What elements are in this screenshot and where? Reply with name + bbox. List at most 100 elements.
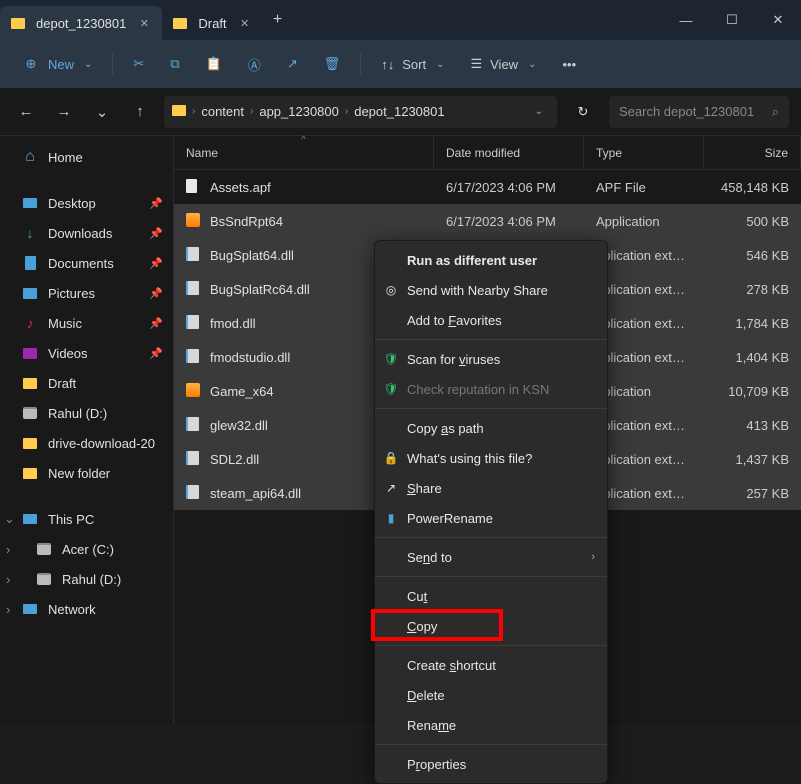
context-menu-item[interactable]: Add to Favorites bbox=[375, 305, 607, 335]
close-icon[interactable]: ✕ bbox=[237, 15, 253, 31]
minimize-button[interactable]: — bbox=[663, 0, 709, 40]
file-name: glew32.dll bbox=[210, 418, 268, 433]
sidebar-item[interactable]: New folder bbox=[0, 458, 173, 488]
context-menu-label: Delete bbox=[407, 688, 445, 703]
context-menu-item: 🛡Check reputation in KSN bbox=[375, 374, 607, 404]
file-row[interactable]: Assets.apf6/17/2023 4:06 PMAPF File458,1… bbox=[174, 170, 801, 204]
file-row[interactable]: BsSndRpt646/17/2023 4:06 PMApplication50… bbox=[174, 204, 801, 238]
breadcrumb-item[interactable]: app_1230800 bbox=[259, 104, 339, 119]
plus-circle-icon: ⊕ bbox=[22, 55, 40, 73]
column-type[interactable]: Type bbox=[584, 136, 704, 169]
add-tab-button[interactable]: + bbox=[263, 5, 293, 35]
column-name[interactable]: Name bbox=[174, 136, 434, 169]
context-menu-item[interactable]: Cut bbox=[375, 581, 607, 611]
sidebar-item[interactable]: Pictures📌 bbox=[0, 278, 173, 308]
file-name: BugSplatRc64.dll bbox=[210, 282, 310, 297]
view-button[interactable]: ☰ View ⌄ bbox=[460, 47, 546, 81]
file-size: 10,709 KB bbox=[704, 384, 801, 399]
paste-button[interactable]: 📋 bbox=[196, 47, 232, 81]
sort-icon: ↑↓ bbox=[381, 57, 394, 72]
sidebar-drive[interactable]: Rahul (D:) bbox=[0, 564, 173, 594]
pc-icon bbox=[22, 511, 38, 527]
file-type: Application bbox=[584, 214, 704, 229]
cut-button[interactable]: ✂ bbox=[123, 47, 154, 81]
search-input[interactable]: Search depot_1230801 ⌕ bbox=[609, 96, 789, 128]
up-button[interactable]: ↑ bbox=[126, 98, 154, 126]
sidebar-label: Draft bbox=[48, 376, 76, 391]
context-menu-item[interactable]: ▮PowerRename bbox=[375, 503, 607, 533]
recent-button[interactable]: ⌄ bbox=[88, 98, 116, 126]
sidebar-item[interactable]: Documents 📌 bbox=[0, 248, 173, 278]
context-menu-label: Run as different user bbox=[407, 253, 537, 268]
context-menu-item[interactable]: 🛡Scan for viruses bbox=[375, 344, 607, 374]
more-button[interactable]: ••• bbox=[552, 47, 586, 81]
scissors-icon: ✂ bbox=[133, 56, 144, 72]
pin-icon: 📌 bbox=[149, 197, 163, 210]
tab-active[interactable]: depot_1230801 ✕ bbox=[0, 6, 162, 40]
sidebar-label: Documents bbox=[48, 256, 114, 271]
column-date[interactable]: Date modified bbox=[434, 136, 584, 169]
folder-icon bbox=[172, 15, 188, 31]
sidebar-icon bbox=[22, 375, 38, 391]
file-size: 500 KB bbox=[704, 214, 801, 229]
chevron-down-icon: ⌄ bbox=[84, 59, 92, 70]
copy-button[interactable]: ⧉ bbox=[160, 47, 189, 81]
sidebar-item[interactable]: Draft bbox=[0, 368, 173, 398]
sidebar-item[interactable]: Videos📌 bbox=[0, 338, 173, 368]
share-button[interactable]: ↗ bbox=[277, 47, 308, 81]
file-size: 278 KB bbox=[704, 282, 801, 297]
file-icon bbox=[186, 485, 202, 501]
sidebar-network[interactable]: Network bbox=[0, 594, 173, 624]
sidebar-item[interactable]: Rahul (D:) bbox=[0, 398, 173, 428]
context-menu-item[interactable]: Rename bbox=[375, 710, 607, 740]
context-menu-item[interactable]: ◎Send with Nearby Share bbox=[375, 275, 607, 305]
pin-icon: 📌 bbox=[149, 257, 163, 270]
breadcrumb-item[interactable]: content bbox=[201, 104, 244, 119]
sort-button[interactable]: ↑↓ Sort ⌄ bbox=[371, 47, 454, 81]
back-button[interactable]: ← bbox=[12, 98, 40, 126]
sidebar-label: Home bbox=[48, 150, 83, 165]
context-menu-item[interactable]: 🔒What's using this file? bbox=[375, 443, 607, 473]
context-menu-label: Cut bbox=[407, 589, 427, 604]
folder-icon bbox=[172, 104, 186, 119]
sidebar-item[interactable]: Desktop📌 bbox=[0, 188, 173, 218]
sidebar-label: Videos bbox=[48, 346, 88, 361]
refresh-button[interactable]: ↻ bbox=[567, 96, 599, 128]
close-icon[interactable]: ✕ bbox=[136, 15, 152, 31]
breadcrumb-item[interactable]: depot_1230801 bbox=[354, 104, 444, 119]
sidebar-item[interactable]: Music📌 bbox=[0, 308, 173, 338]
context-menu-item[interactable]: Run as different user bbox=[375, 245, 607, 275]
breadcrumb-expand[interactable]: ⌄ bbox=[529, 106, 549, 117]
sidebar-icon bbox=[22, 195, 38, 211]
chevron-right-icon: › bbox=[591, 551, 595, 563]
sidebar-item[interactable]: drive-download-20 bbox=[0, 428, 173, 458]
rename-button[interactable]: Ⓐ bbox=[238, 47, 271, 81]
context-menu-item[interactable]: Properties bbox=[375, 749, 607, 779]
tab-inactive[interactable]: Draft ✕ bbox=[162, 6, 262, 40]
context-menu-item[interactable]: Copy bbox=[375, 611, 607, 641]
context-menu-item[interactable]: Create shortcut bbox=[375, 650, 607, 680]
delete-button[interactable]: 🗑 bbox=[314, 47, 351, 81]
column-size[interactable]: Size bbox=[704, 136, 801, 169]
context-menu-item[interactable]: Delete bbox=[375, 680, 607, 710]
new-button[interactable]: ⊕ New ⌄ bbox=[12, 47, 102, 81]
sidebar-label: This PC bbox=[48, 512, 94, 527]
context-menu-item[interactable]: Send to› bbox=[375, 542, 607, 572]
maximize-button[interactable]: ☐ bbox=[709, 0, 755, 40]
view-label: View bbox=[490, 57, 518, 72]
file-size: 546 KB bbox=[704, 248, 801, 263]
sidebar-item[interactable]: Downloads📌 bbox=[0, 218, 173, 248]
sidebar-drive[interactable]: Acer (C:) bbox=[0, 534, 173, 564]
column-header-row: Name Date modified Type Size bbox=[174, 136, 801, 170]
file-name: SDL2.dll bbox=[210, 452, 259, 467]
breadcrumb[interactable]: › content › app_1230800 › depot_1230801 … bbox=[164, 96, 557, 128]
context-menu-item[interactable]: Copy as path bbox=[375, 413, 607, 443]
forward-button[interactable]: → bbox=[50, 98, 78, 126]
sidebar-thispc[interactable]: This PC bbox=[0, 504, 173, 534]
tab-title: depot_1230801 bbox=[36, 16, 126, 31]
sidebar-icon bbox=[22, 225, 38, 241]
sidebar-home[interactable]: Home bbox=[0, 142, 173, 172]
file-type: APF File bbox=[584, 180, 704, 195]
context-menu-item[interactable]: ↗Share bbox=[375, 473, 607, 503]
window-close-button[interactable]: ✕ bbox=[755, 0, 801, 40]
